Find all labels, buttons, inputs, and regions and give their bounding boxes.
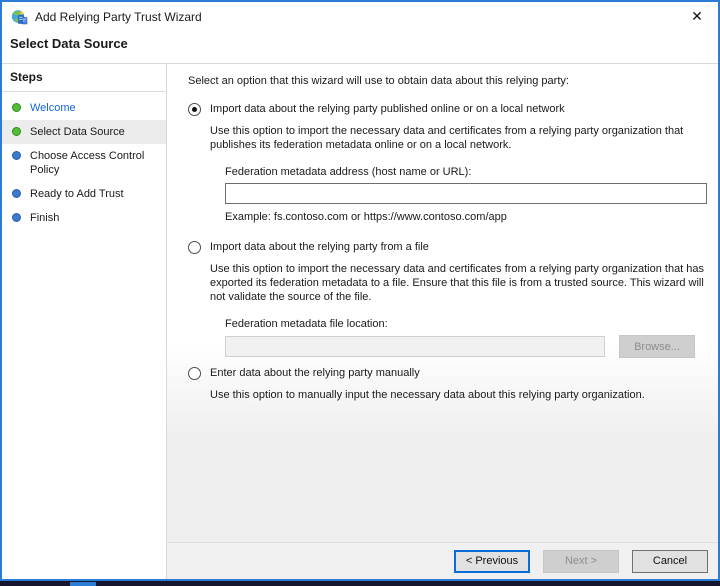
previous-button[interactable]: < Previous: [454, 549, 530, 573]
step-label: Choose Access Control Policy: [30, 150, 145, 176]
wizard-frame: Add Relying Party Trust Wizard ✕ Select …: [0, 0, 720, 581]
radio-import-file-icon[interactable]: [188, 240, 201, 254]
option-import-online-description: Use this option to import the necessary …: [210, 125, 684, 151]
step-item-ready-to-add-trust[interactable]: Ready to Add Trust: [2, 182, 166, 206]
close-button[interactable]: ✕: [680, 4, 714, 30]
close-icon: ✕: [691, 9, 703, 25]
step-label: Select Data Source: [30, 126, 125, 138]
option-import-file[interactable]: Import data about the relying party from…: [188, 240, 708, 254]
step-label: Welcome: [30, 102, 76, 114]
federation-metadata-address-input[interactable]: [225, 183, 707, 204]
step-item-choose-access-control-policy[interactable]: Choose Access Control Policy: [2, 144, 166, 182]
step-todo-bullet-icon: [12, 151, 21, 160]
address-example-text: Example: fs.contoso.com or https://www.c…: [225, 211, 507, 223]
step-label: Finish: [30, 212, 60, 224]
step-todo-bullet-icon: [12, 213, 21, 222]
wizard-body: Steps Welcome Select Data Source Choose …: [2, 64, 718, 579]
federation-metadata-file-input[interactable]: [225, 336, 605, 357]
steps-panel-title: Steps: [2, 64, 166, 92]
taskbar-sliver: [0, 581, 720, 586]
step-done-bullet-icon: [12, 103, 21, 112]
step-item-finish[interactable]: Finish: [2, 206, 166, 230]
wizard-window: Add Relying Party Trust Wizard ✕ Select …: [0, 0, 720, 586]
step-item-select-data-source[interactable]: Select Data Source: [2, 120, 166, 144]
step-label: Ready to Add Trust: [30, 188, 124, 200]
window-title: Add Relying Party Trust Wizard: [35, 10, 202, 24]
option-import-online[interactable]: Import data about the relying party publ…: [188, 102, 708, 116]
option-enter-manually[interactable]: Enter data about the relying party manua…: [188, 366, 708, 380]
content-pane: Select an option that this wizard will u…: [167, 64, 718, 542]
adfs-app-icon: [11, 9, 28, 24]
step-done-bullet-icon: [12, 127, 21, 136]
content-column: Select an option that this wizard will u…: [167, 64, 718, 579]
steps-panel: Steps Welcome Select Data Source Choose …: [2, 64, 167, 579]
option-import-file-description: Use this option to import the necessary …: [210, 263, 705, 303]
next-button[interactable]: Next >: [543, 549, 619, 573]
page-title: Select Data Source: [10, 36, 128, 51]
page-header: Select Data Source: [2, 32, 718, 64]
radio-enter-manually-icon[interactable]: [188, 366, 201, 380]
cancel-button[interactable]: Cancel: [632, 549, 708, 573]
steps-list: Welcome Select Data Source Choose Access…: [2, 92, 166, 230]
instruction-text: Select an option that this wizard will u…: [188, 75, 569, 87]
option-enter-manually-label: Enter data about the relying party manua…: [210, 367, 420, 379]
step-item-welcome[interactable]: Welcome: [2, 96, 166, 120]
federation-metadata-file-label: Federation metadata file location:: [225, 318, 388, 330]
option-enter-manually-description: Use this option to manually input the ne…: [210, 389, 645, 401]
federation-metadata-address-label: Federation metadata address (host name o…: [225, 166, 472, 178]
title-bar[interactable]: Add Relying Party Trust Wizard ✕: [2, 2, 718, 32]
option-import-file-label: Import data about the relying party from…: [210, 241, 429, 253]
taskbar-active-indicator: [70, 582, 96, 586]
radio-import-online-icon[interactable]: [188, 102, 201, 116]
option-import-online-label: Import data about the relying party publ…: [210, 103, 565, 115]
step-todo-bullet-icon: [12, 189, 21, 198]
file-location-row: Browse...: [225, 335, 708, 358]
footer-button-bar: < Previous Next > Cancel: [167, 542, 718, 579]
browse-button[interactable]: Browse...: [619, 335, 695, 358]
